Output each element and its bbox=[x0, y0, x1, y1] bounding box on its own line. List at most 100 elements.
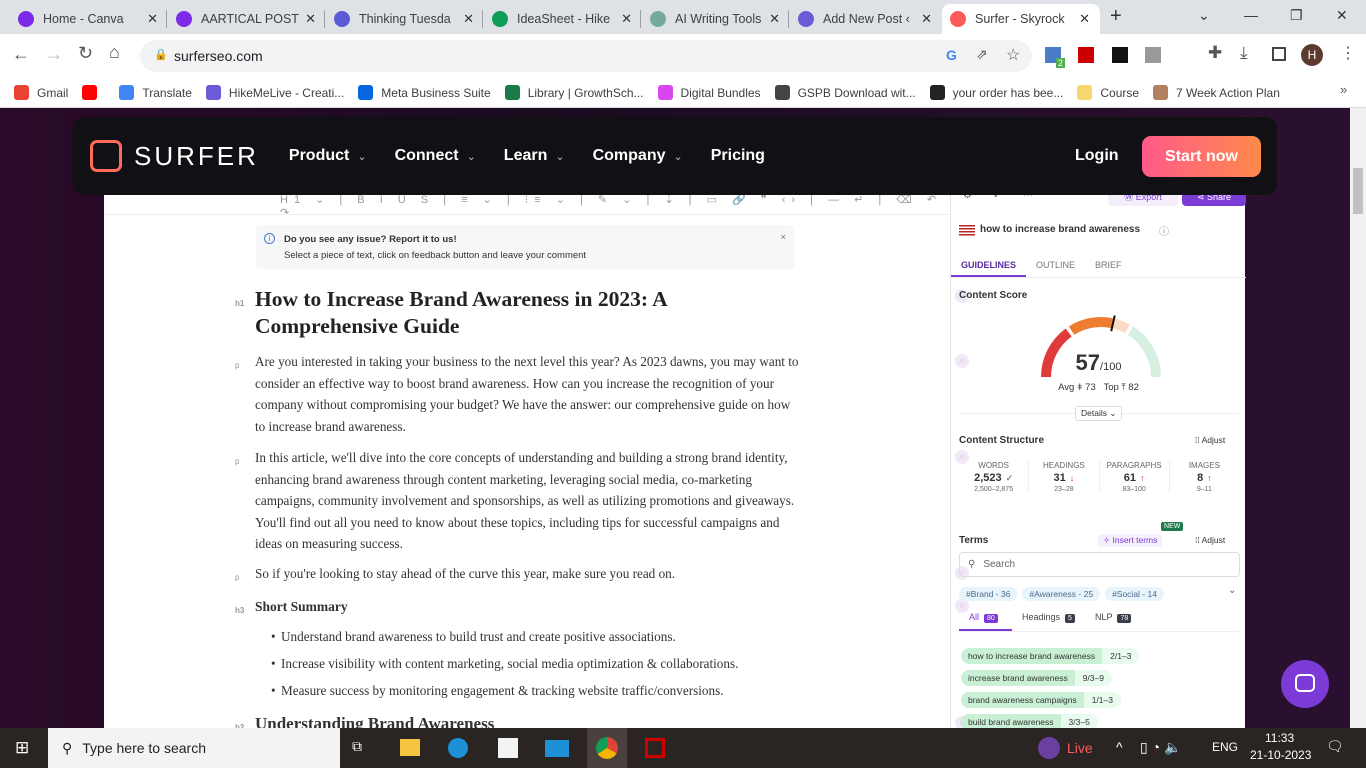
topic-chip[interactable]: #Social - 14 bbox=[1105, 587, 1164, 601]
close-window-icon[interactable]: ✕ bbox=[1336, 7, 1348, 24]
browser-tab[interactable]: Surfer - Skyrock ✕ bbox=[942, 4, 1100, 34]
forward-icon[interactable]: → bbox=[45, 44, 63, 65]
bookmark-item[interactable]: GSPB Download wit... bbox=[774, 85, 916, 100]
doc-block-h3[interactable]: h3 ◌ Short Summary bbox=[235, 596, 969, 618]
topic-chip[interactable]: #Awareness - 25 bbox=[1022, 587, 1101, 601]
panel-tab-brief[interactable]: BRIEF bbox=[1085, 254, 1132, 277]
notifications-icon[interactable]: 🗨 bbox=[1326, 738, 1344, 755]
doc-block-p[interactable]: p ◌ Are you interested in taking your busi… bbox=[235, 351, 969, 437]
term-tab-nlp[interactable]: NLP 78 bbox=[1085, 608, 1141, 631]
file-explorer-icon[interactable] bbox=[400, 739, 420, 756]
minimize-icon[interactable]: — bbox=[1244, 7, 1258, 23]
mcafee-icon[interactable] bbox=[645, 738, 665, 758]
bookmark-item[interactable]: your order has bee... bbox=[929, 85, 1063, 100]
doc-block-li[interactable]: • Measure success by monitoring engagemen… bbox=[271, 680, 826, 702]
chat-support-button[interactable] bbox=[1281, 660, 1329, 708]
scrollbar-thumb[interactable] bbox=[1353, 168, 1363, 214]
bookmark-item[interactable]: 7 Week Action Plan bbox=[1153, 85, 1280, 100]
extension-icon[interactable] bbox=[1112, 47, 1128, 63]
adjust-terms-button[interactable]: ⁞⁞ Adjust bbox=[1195, 535, 1225, 545]
nav-link-company[interactable]: Company ⌄ bbox=[593, 147, 683, 165]
chrome-taskbar-button[interactable] bbox=[587, 728, 627, 768]
panel-tab-guidelines[interactable]: GUIDELINES bbox=[951, 254, 1026, 277]
bookmark-item[interactable]: Digital Bundles bbox=[657, 85, 761, 100]
bookmark-item[interactable]: Meta Business Suite bbox=[358, 85, 491, 100]
download-icon[interactable]: ⤓ bbox=[1240, 43, 1248, 63]
doc-block-h2[interactable]: h2◌Understanding Brand Awareness bbox=[235, 713, 969, 728]
nav-link-connect[interactable]: Connect ⌄ bbox=[395, 147, 476, 165]
terms-search-input[interactable]: ⚲ Search bbox=[959, 552, 1240, 577]
close-tab-icon[interactable]: ✕ bbox=[921, 11, 932, 27]
doc-block-li[interactable]: • Increase visibility with content market… bbox=[271, 653, 826, 675]
tray-chevron-icon[interactable]: ^ bbox=[1116, 739, 1123, 755]
bookmark-item[interactable]: Library | GrowthSch... bbox=[504, 85, 644, 100]
close-tab-icon[interactable]: ✕ bbox=[147, 11, 158, 27]
bookmark-star-icon[interactable]: ☆ bbox=[1006, 45, 1020, 65]
close-tab-icon[interactable]: ✕ bbox=[463, 11, 474, 27]
term-item[interactable]: brand awareness campaigns 1/1–3 bbox=[961, 692, 1139, 708]
start-now-button[interactable]: Start now bbox=[1142, 136, 1261, 177]
doc-block-p[interactable]: p ◌ In this article, we'll dive into the c… bbox=[235, 447, 969, 555]
term-item[interactable]: build brand awareness 3/3–5 bbox=[961, 714, 1139, 728]
share-icon[interactable]: ⇗ bbox=[976, 46, 988, 63]
menu-icon[interactable]: ⋮ bbox=[1340, 43, 1356, 63]
panel-tab-outline[interactable]: OUTLINE bbox=[1026, 254, 1085, 277]
browser-tab[interactable]: Home - Canva ✕ bbox=[10, 4, 168, 34]
extension-icon[interactable] bbox=[1145, 47, 1161, 63]
login-link[interactable]: Login bbox=[1075, 147, 1119, 165]
details-button[interactable]: Details ⌄ bbox=[1075, 406, 1123, 421]
topic-chip[interactable]: #Brand - 36 bbox=[959, 587, 1018, 601]
windows-start-icon[interactable]: ⊞ bbox=[15, 738, 29, 758]
insert-terms-button[interactable]: ✧ Insert terms bbox=[1098, 534, 1163, 547]
back-icon[interactable]: ← bbox=[12, 44, 30, 65]
close-tab-icon[interactable]: ✕ bbox=[305, 11, 316, 27]
new-tab-icon[interactable]: + bbox=[1110, 5, 1122, 28]
nav-link-product[interactable]: Product ⌄ bbox=[289, 147, 367, 165]
mail-icon[interactable] bbox=[545, 740, 569, 757]
home-icon[interactable]: ⌂ bbox=[109, 42, 120, 63]
clock-time[interactable]: 11:33 bbox=[1265, 731, 1294, 745]
reload-icon[interactable]: ↻ bbox=[78, 43, 93, 64]
language-indicator[interactable]: ENG bbox=[1212, 740, 1238, 754]
close-tab-icon[interactable]: ✕ bbox=[769, 11, 780, 27]
bookmark-item[interactable]: Translate bbox=[119, 85, 192, 100]
surfer-logo[interactable]: SURFER bbox=[90, 140, 259, 172]
term-tab-all[interactable]: All 80 bbox=[959, 608, 1012, 631]
bookmark-item[interactable]: Gmail bbox=[14, 85, 68, 100]
browser-tab[interactable]: Add New Post ‹ ✕ bbox=[790, 4, 942, 34]
chevron-down-icon[interactable]: ⌄ bbox=[1228, 585, 1236, 596]
store-icon[interactable] bbox=[498, 738, 518, 758]
tray-icons[interactable]: ▯ ◔ 🔈 bbox=[1140, 739, 1181, 756]
term-tab-headings[interactable]: Headings 5 bbox=[1012, 608, 1085, 631]
extensions-puzzle-icon[interactable]: ✚ bbox=[1208, 43, 1222, 63]
bookmark-item[interactable]: HikeMeLive - Creati... bbox=[205, 85, 344, 100]
nav-link-pricing[interactable]: Pricing bbox=[711, 147, 765, 165]
close-tab-icon[interactable]: ✕ bbox=[1079, 11, 1090, 27]
profile-avatar[interactable]: H bbox=[1301, 44, 1323, 66]
term-item[interactable]: how to increase brand awareness 2/1–3 bbox=[961, 648, 1140, 664]
address-bar[interactable]: 🔒 surferseo.com G ⇗ ☆ bbox=[140, 40, 1032, 72]
google-icon[interactable]: G bbox=[946, 47, 957, 63]
browser-tab[interactable]: AARTICAL POST ✕ bbox=[168, 4, 326, 34]
adjust-structure-button[interactable]: ⁞⁞ Adjust bbox=[1195, 435, 1225, 445]
bookmark-item[interactable]: Course bbox=[1077, 85, 1139, 100]
page-scrollbar[interactable] bbox=[1350, 108, 1366, 728]
close-icon[interactable]: × bbox=[780, 232, 786, 243]
more-bookmarks-icon[interactable]: » bbox=[1340, 82, 1347, 97]
live-app-icon[interactable] bbox=[1038, 737, 1060, 759]
doc-block-h1[interactable]: h1 ◌ How to Increase Brand Awareness in 20… bbox=[235, 286, 969, 340]
editor-toolbar[interactable]: H1 ⌄ | B I U S | ≡ ⌄ | ⁝≡ ⌄ | ✎ ⌄ | ⇣ | … bbox=[280, 193, 949, 219]
doc-block-p[interactable]: p ◌ So if you're looking to stay ahead of … bbox=[235, 563, 969, 585]
restore-icon[interactable]: ❐ bbox=[1290, 7, 1303, 24]
close-tab-icon[interactable]: ✕ bbox=[621, 11, 632, 27]
browser-tab[interactable]: IdeaSheet - Hike ✕ bbox=[484, 4, 642, 34]
term-item[interactable]: increase brand awareness 9/3–9 bbox=[961, 670, 1139, 686]
taskbar-search[interactable]: ⚲ Type here to search bbox=[48, 728, 340, 768]
browser-tab[interactable]: Thinking Tuesda ✕ bbox=[326, 4, 484, 34]
browser-tab[interactable]: AI Writing Tools ✕ bbox=[642, 4, 790, 34]
doc-block-li[interactable]: • Understand brand awareness to build tru… bbox=[271, 626, 826, 648]
edge-icon[interactable] bbox=[448, 738, 468, 758]
nav-link-learn[interactable]: Learn ⌄ bbox=[504, 147, 565, 165]
extension-icon[interactable] bbox=[1078, 47, 1094, 63]
clock-date[interactable]: 21-10-2023 bbox=[1250, 748, 1311, 762]
